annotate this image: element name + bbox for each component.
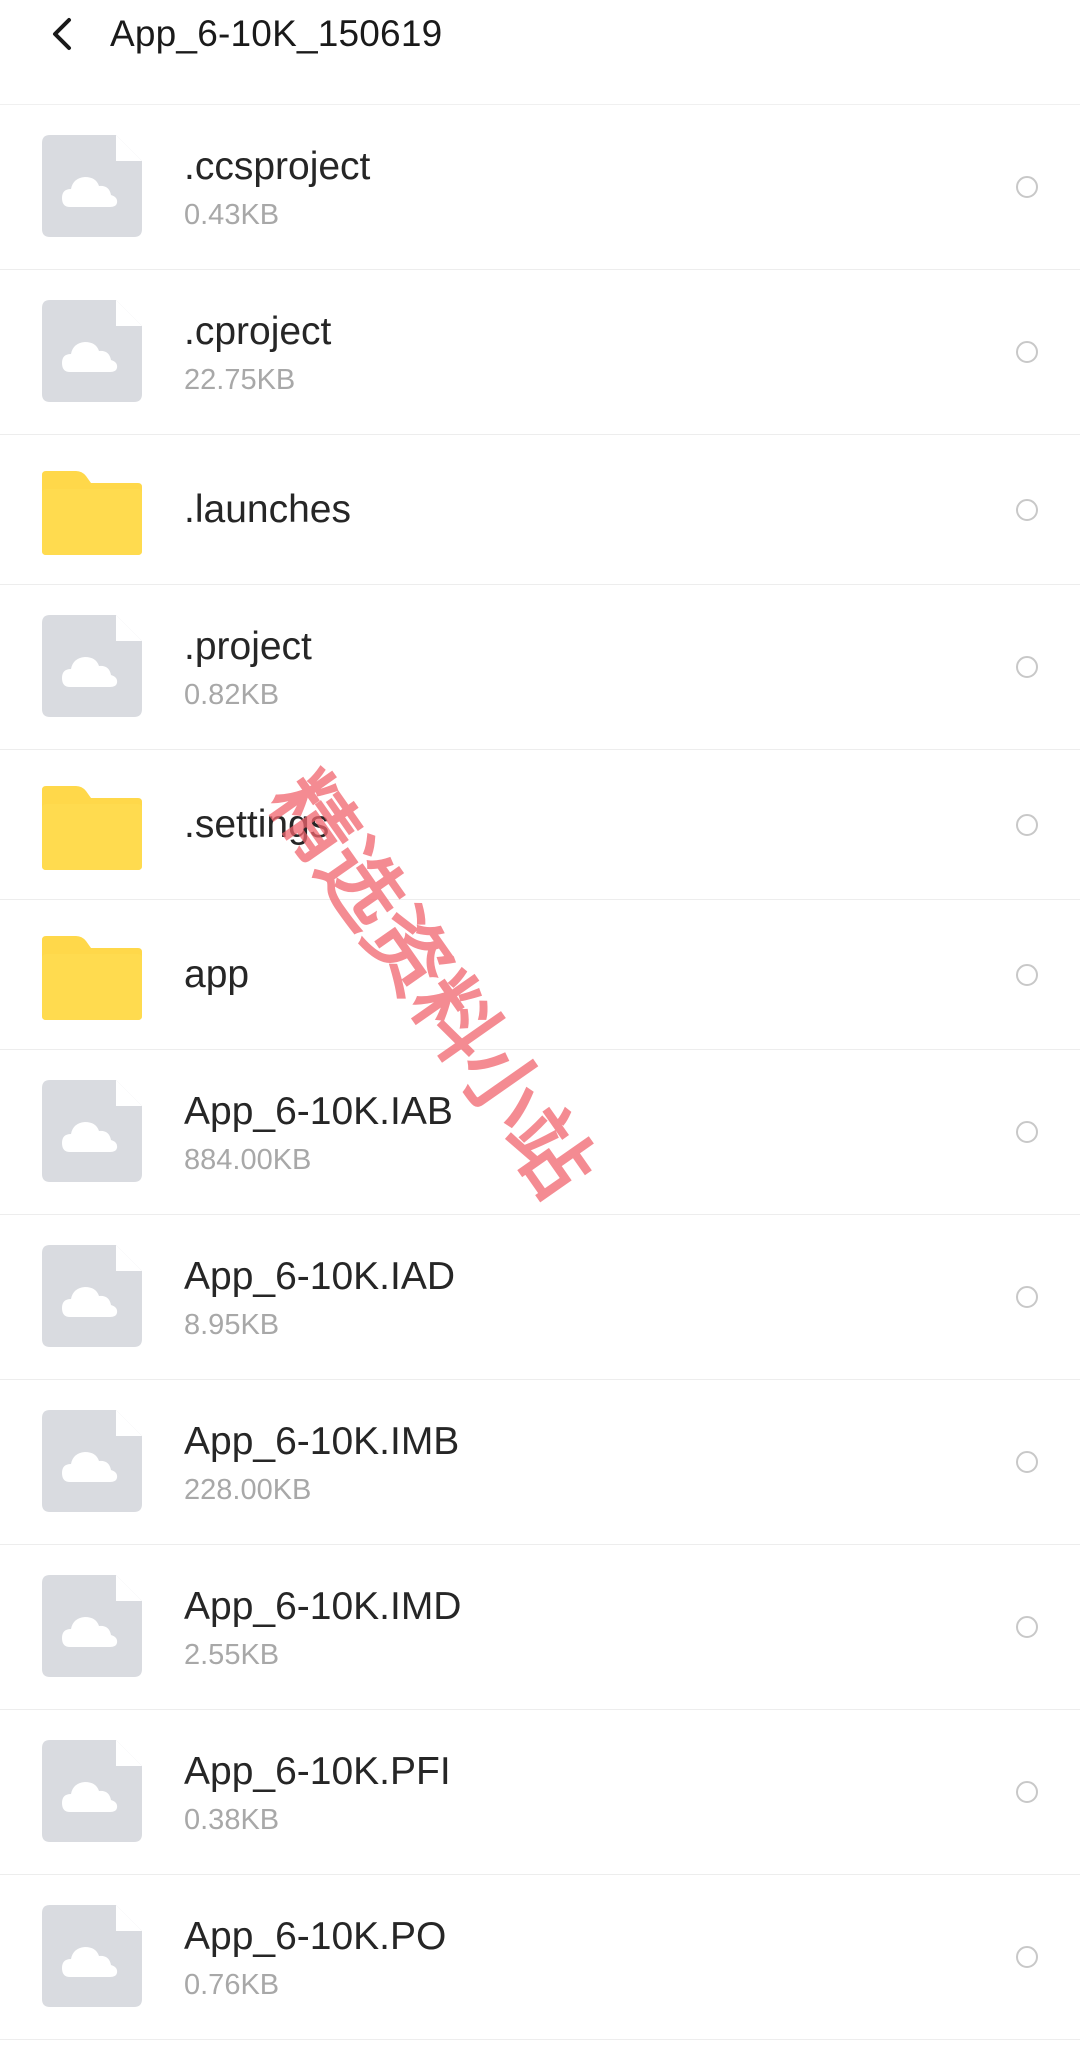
folder-name: .launches	[184, 488, 351, 531]
file-icon	[42, 615, 142, 717]
folder-row[interactable]: app	[0, 900, 1080, 1050]
select-radio[interactable]	[1016, 1781, 1038, 1803]
file-size: 2.55KB	[184, 1639, 280, 1671]
file-icon	[42, 300, 142, 402]
header-bar: App_6-10K_150619	[0, 0, 1080, 105]
file-size: 22.75KB	[184, 364, 296, 396]
file-row[interactable]: App_6-10K.PO 0.76KB	[0, 1875, 1080, 2040]
file-row[interactable]: App_6-10K.PFI 0.38KB	[0, 1710, 1080, 1875]
folder-row[interactable]: .launches	[0, 435, 1080, 585]
select-radio[interactable]	[1016, 176, 1038, 198]
file-row[interactable]: .project 0.82KB	[0, 585, 1080, 750]
select-radio[interactable]	[1016, 1946, 1038, 1968]
select-radio[interactable]	[1016, 1616, 1038, 1638]
folder-row[interactable]: .settings	[0, 750, 1080, 900]
select-radio[interactable]	[1016, 341, 1038, 363]
file-size: 228.00KB	[184, 1474, 312, 1506]
file-name: App_6-10K.IAD	[184, 1255, 456, 1298]
file-list: .ccsproject 0.43KB .cproject 22.75KB .la…	[0, 105, 1080, 2040]
file-name: .ccsproject	[184, 145, 371, 188]
file-icon	[42, 1410, 142, 1512]
file-name: App_6-10K.PFI	[184, 1750, 451, 1793]
select-radio[interactable]	[1016, 1286, 1038, 1308]
file-row[interactable]: App_6-10K.IAB 884.00KB	[0, 1050, 1080, 1215]
select-radio[interactable]	[1016, 814, 1038, 836]
folder-icon	[42, 936, 142, 1020]
file-icon	[42, 1575, 142, 1677]
folder-name: app	[184, 953, 250, 996]
file-name: .cproject	[184, 310, 332, 353]
file-size: 0.82KB	[184, 679, 280, 711]
folder-icon	[42, 471, 142, 555]
folder-icon	[42, 786, 142, 870]
file-size: 0.76KB	[184, 1969, 280, 2001]
file-name: App_6-10K.IMB	[184, 1420, 460, 1463]
file-icon	[42, 1740, 142, 1842]
file-icon	[42, 1080, 142, 1182]
file-icon	[42, 1245, 142, 1347]
file-row[interactable]: .ccsproject 0.43KB	[0, 105, 1080, 270]
file-icon	[42, 1905, 142, 2007]
file-name: App_6-10K.IMD	[184, 1585, 462, 1628]
select-radio[interactable]	[1016, 1121, 1038, 1143]
file-row[interactable]: .cproject 22.75KB	[0, 270, 1080, 435]
select-radio[interactable]	[1016, 656, 1038, 678]
folder-name: .settings	[184, 803, 330, 846]
back-button[interactable]	[38, 8, 86, 60]
file-name: App_6-10K.PO	[184, 1915, 447, 1958]
file-row[interactable]: App_6-10K.IAD 8.95KB	[0, 1215, 1080, 1380]
file-size: 0.43KB	[184, 199, 280, 231]
file-size: 884.00KB	[184, 1144, 312, 1176]
file-name: .project	[184, 625, 312, 668]
file-icon	[42, 135, 142, 237]
file-row[interactable]: App_6-10K.IMB 228.00KB	[0, 1380, 1080, 1545]
select-radio[interactable]	[1016, 1451, 1038, 1473]
file-size: 8.95KB	[184, 1309, 280, 1341]
file-size: 0.38KB	[184, 1804, 280, 1836]
select-radio[interactable]	[1016, 964, 1038, 986]
file-name: App_6-10K.IAB	[184, 1090, 453, 1133]
select-radio[interactable]	[1016, 499, 1038, 521]
file-row[interactable]: App_6-10K.IMD 2.55KB	[0, 1545, 1080, 1710]
chevron-left-icon	[53, 18, 71, 50]
page-title: App_6-10K_150619	[110, 13, 443, 54]
